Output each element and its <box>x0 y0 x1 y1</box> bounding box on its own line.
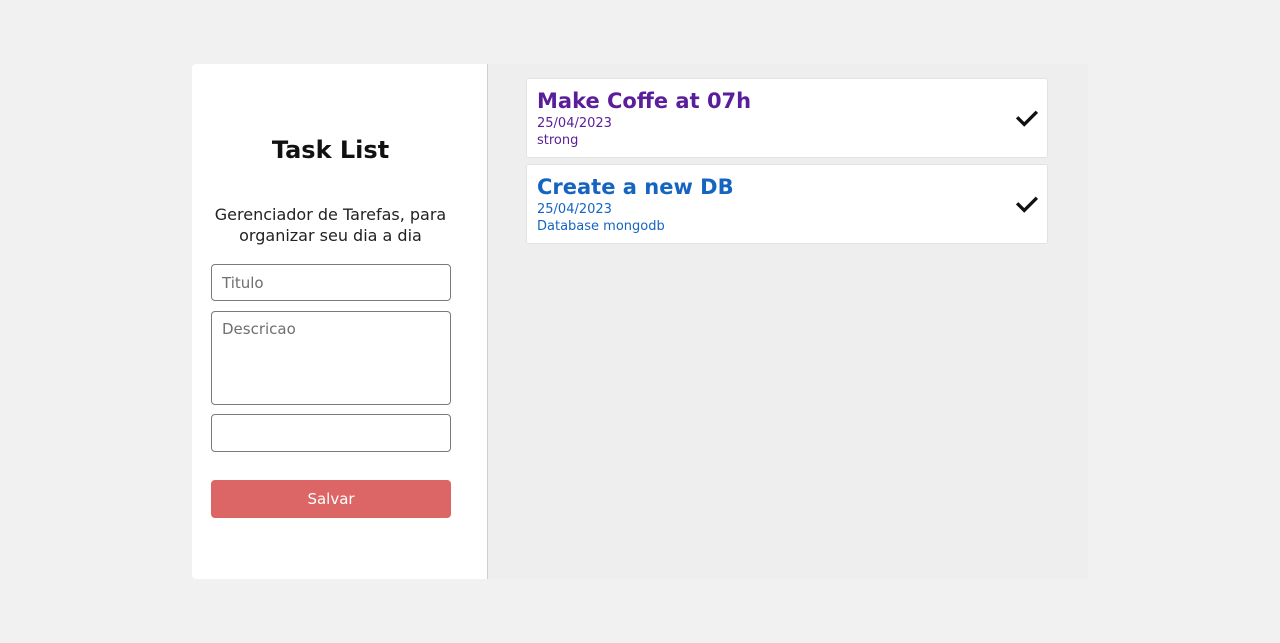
task-form-panel: Task List Gerenciador de Tarefas, para o… <box>192 64 488 579</box>
task-date: 25/04/2023 <box>537 202 612 217</box>
extra-input[interactable] <box>211 414 451 452</box>
task-title: Create a new DB <box>537 175 734 199</box>
page-title: Task List <box>271 136 390 164</box>
task-list-panel: Make Coffe at 07h 25/04/2023 strong Crea… <box>488 64 1088 579</box>
check-icon[interactable] <box>1016 193 1038 215</box>
task-card: Make Coffe at 07h 25/04/2023 strong <box>526 78 1048 158</box>
page-subtitle: Gerenciador de Tarefas, para organizar s… <box>214 205 447 245</box>
save-button[interactable]: Salvar <box>211 480 451 518</box>
app-container: Task List Gerenciador de Tarefas, para o… <box>192 64 1088 579</box>
title-input[interactable] <box>211 264 451 301</box>
task-date: 25/04/2023 <box>537 116 612 131</box>
description-input[interactable] <box>211 311 451 405</box>
check-icon[interactable] <box>1016 107 1038 129</box>
task-description: Database mongodb <box>537 219 665 234</box>
task-title: Make Coffe at 07h <box>537 89 752 113</box>
task-description: strong <box>537 133 579 148</box>
task-card: Create a new DB 25/04/2023 Database mong… <box>526 164 1048 244</box>
